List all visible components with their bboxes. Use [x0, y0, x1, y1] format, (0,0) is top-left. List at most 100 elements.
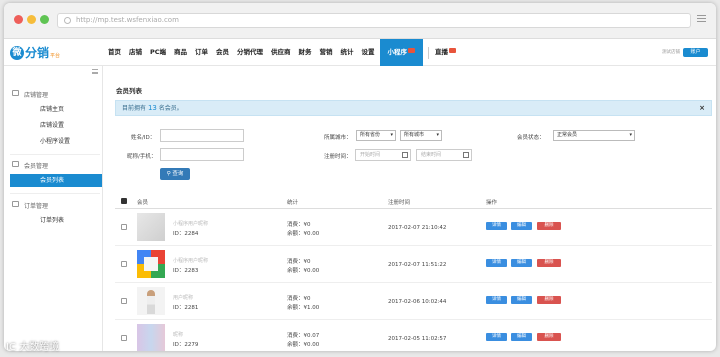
account-button[interactable]: 账户	[683, 48, 708, 57]
logo-text: 分销	[25, 46, 50, 60]
member-status-label: 会员状态：	[517, 135, 545, 141]
member-count: 13	[147, 104, 157, 112]
table-header: 会员 统计 注册时间 操作	[115, 195, 712, 209]
member-name: 昵称	[173, 332, 184, 338]
edit-button[interactable]: 编辑	[511, 296, 532, 304]
avatar	[137, 287, 165, 315]
nav-item-products[interactable]: 商品	[171, 39, 190, 66]
globe-icon	[64, 17, 71, 24]
end-date-input[interactable]: 结束时间	[416, 149, 472, 161]
row-checkbox[interactable]	[121, 298, 127, 304]
sidebar-item-member-list[interactable]: 会员列表	[10, 174, 102, 187]
document-icon	[12, 201, 19, 207]
edit-button[interactable]: 编辑	[511, 222, 532, 230]
sidebar: 店铺管理 店铺主页 店铺设置 小程序设置 会员管理 会员列表 订单管理 订单列表	[4, 66, 103, 351]
row-checkbox[interactable]	[121, 261, 127, 267]
calendar-icon[interactable]	[463, 152, 469, 158]
new-badge-icon	[408, 48, 416, 53]
delete-button[interactable]: 删除	[537, 259, 561, 267]
member-id: ID：2284	[173, 231, 199, 237]
nav-item-marketing[interactable]: 营销	[317, 39, 336, 66]
query-button[interactable]: ⚲ 查询	[160, 168, 190, 180]
nav-item-miniprogram[interactable]: 小程序	[379, 39, 424, 66]
row-checkbox[interactable]	[121, 224, 127, 230]
sidebar-item-order-list[interactable]: 订单列表	[10, 214, 102, 227]
column-header-actions: 操作	[486, 200, 498, 206]
nickname-phone-label: 昵称/手机：	[127, 154, 157, 160]
sidebar-group-store[interactable]: 店铺管理	[12, 90, 48, 99]
sidebar-group-orders[interactable]: 订单管理	[12, 201, 49, 210]
member-name: 用户昵称	[173, 295, 194, 301]
table-row: 昵称 ID：2279 消费：¥0.07 余额：¥0.00 2017-02-05 …	[115, 320, 712, 351]
member-name: 小程序用户昵称	[173, 258, 209, 264]
address-bar[interactable]: http://mp.test.wsfenxiao.com	[57, 13, 691, 28]
column-header-member: 会员	[137, 200, 149, 206]
sidebar-item-store-home[interactable]: 店铺主页	[10, 103, 102, 116]
start-date-placeholder: 开始时间	[360, 152, 381, 158]
sidebar-item-miniprogram-settings[interactable]: 小程序设置	[10, 135, 102, 148]
account-name: 测试店铺	[662, 50, 680, 55]
detail-button[interactable]: 详情	[486, 222, 507, 230]
city-label: 所属城市：	[324, 135, 352, 141]
sidebar-item-store-settings[interactable]: 店铺设置	[10, 119, 102, 132]
member-id: ID：2283	[173, 268, 199, 274]
avatar	[137, 324, 165, 351]
nav-item-store[interactable]: 店铺	[126, 39, 145, 66]
close-dot[interactable]	[14, 15, 23, 24]
nav-item-home[interactable]: 首页	[105, 39, 124, 66]
register-time: 2017-02-07 21:10:42	[388, 225, 447, 231]
nav-item-live[interactable]: 直播	[432, 39, 459, 66]
name-id-input[interactable]	[160, 129, 244, 142]
register-time-label: 注册时间：	[324, 154, 352, 160]
table-row: 小程序用户昵称 ID：2284 消费：¥0 余额：¥0.00 2017-02-0…	[115, 209, 712, 246]
minimize-dot[interactable]	[27, 15, 36, 24]
start-date-input[interactable]: 开始时间	[355, 149, 411, 161]
select-all-checkbox[interactable]	[121, 198, 127, 204]
balance-amount: 余额：¥0.00	[287, 231, 320, 237]
calendar-icon[interactable]	[402, 152, 408, 158]
detail-button[interactable]: 详情	[486, 259, 507, 267]
browser-menu-icon[interactable]	[697, 15, 706, 22]
register-time: 2017-02-07 11:51:22	[388, 262, 447, 268]
nickname-phone-input[interactable]	[160, 148, 244, 161]
detail-button[interactable]: 详情	[486, 333, 507, 341]
url-text: http://mp.test.wsfenxiao.com	[76, 16, 179, 24]
detail-button[interactable]: 详情	[486, 296, 507, 304]
province-select[interactable]: 所有省份	[356, 130, 396, 141]
nav-item-statistics[interactable]: 统计	[338, 39, 357, 66]
logo[interactable]: 微 分销 平台	[10, 43, 60, 62]
end-date-placeholder: 结束时间	[421, 152, 442, 158]
edit-button[interactable]: 编辑	[511, 333, 532, 341]
row-checkbox[interactable]	[121, 335, 127, 341]
nav-item-distribution[interactable]: 分销代理	[234, 39, 266, 66]
close-icon[interactable]: ×	[699, 101, 705, 115]
sidebar-group-label: 订单管理	[24, 203, 49, 210]
sidebar-toggle-icon[interactable]	[92, 69, 98, 74]
nav-item-orders[interactable]: 订单	[192, 39, 211, 66]
register-time: 2017-02-05 11:02:57	[388, 336, 447, 342]
nav-item-finance[interactable]: 财务	[296, 39, 315, 66]
sidebar-group-members[interactable]: 会员管理	[12, 161, 48, 170]
notice-suffix: 名会员。	[158, 105, 183, 112]
maximize-dot[interactable]	[40, 15, 49, 24]
member-status-select[interactable]: 正常会员	[553, 130, 635, 141]
browser-chrome: http://mp.test.wsfenxiao.com	[4, 3, 716, 39]
edit-button[interactable]: 编辑	[511, 259, 532, 267]
nav-item-settings[interactable]: 设置	[359, 39, 378, 66]
logo-mark: 微	[10, 45, 24, 60]
column-header-register-time: 注册时间	[388, 200, 411, 206]
new-badge-icon	[449, 48, 457, 53]
nav-item-suppliers[interactable]: 供应商	[268, 39, 294, 66]
info-notice: 目前拥有 13 名会员。 ×	[115, 100, 712, 116]
nav-item-members[interactable]: 会员	[213, 39, 232, 66]
delete-button[interactable]: 删除	[537, 333, 561, 341]
table-row: 用户昵称 ID：2281 消费：¥0 余额：¥1.00 2017-02-06 1…	[115, 283, 712, 320]
balance-amount: 余额：¥0.00	[287, 268, 320, 274]
name-id-label: 姓名/ID：	[131, 135, 156, 141]
member-name: 小程序用户昵称	[173, 221, 209, 227]
delete-button[interactable]: 删除	[537, 222, 561, 230]
city-select[interactable]: 所有城市	[400, 130, 442, 141]
sidebar-divider	[10, 193, 100, 194]
delete-button[interactable]: 删除	[537, 296, 561, 304]
nav-item-pc[interactable]: PC端	[147, 39, 169, 66]
